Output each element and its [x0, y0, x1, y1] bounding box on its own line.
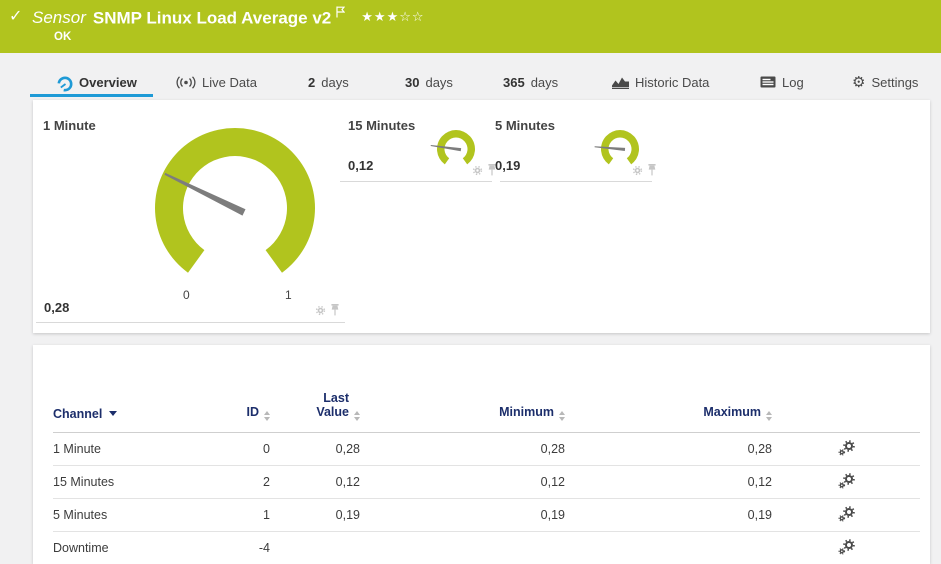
- tab-bar: Overview Live Data 2 days 30 days 365 da…: [0, 53, 941, 100]
- channels-panel: Channel ID Last Value Minimum Maximum 1 …: [33, 345, 930, 564]
- tab-overview-label: Overview: [79, 75, 137, 90]
- column-header-minimum[interactable]: Minimum: [360, 381, 565, 433]
- sensor-title: SNMP Linux Load Average v2: [92, 8, 332, 28]
- tab-30-days-number: 30: [405, 75, 420, 90]
- tab-log-label: Log: [782, 75, 804, 90]
- table-row[interactable]: 5 Minutes 1 0,19 0,19 0,19: [53, 498, 920, 532]
- tab-settings-label: Settings: [871, 75, 919, 90]
- cell-last-value: 0,28: [270, 432, 360, 466]
- divider: [36, 322, 345, 323]
- cell-id: -4: [238, 531, 270, 564]
- tab-2-days-number: 2: [308, 75, 316, 90]
- gauge-1min-scale-min: 0: [183, 288, 190, 302]
- cell-maximum: 0,19: [565, 498, 772, 532]
- gauge-1min[interactable]: [150, 123, 320, 275]
- tab-30-days[interactable]: 30 days: [405, 53, 453, 100]
- channel-settings-icon[interactable]: [837, 439, 855, 459]
- cell-minimum: 0,28: [360, 432, 565, 466]
- tab-2-days-label: days: [321, 75, 349, 90]
- column-header-maximum[interactable]: Maximum: [565, 381, 772, 433]
- settings-gear-icon: ⚙: [852, 74, 866, 91]
- cell-last-value: [270, 531, 360, 564]
- sort-icon: [354, 411, 360, 421]
- cell-maximum: 0,12: [565, 465, 772, 499]
- stars-empty[interactable]: ☆☆: [399, 9, 424, 24]
- column-header-channel[interactable]: Channel: [53, 381, 238, 433]
- gauges-panel: 1 Minute 0 1 0,28 15 Minutes 0,12 5 Minu…: [33, 100, 930, 333]
- gauge-1min-value: 0,28: [44, 300, 70, 315]
- gauge-1min-pin-icon[interactable]: [330, 304, 340, 319]
- tab-settings[interactable]: ⚙ Settings: [852, 53, 918, 100]
- live-data-icon: [176, 75, 196, 92]
- table-row[interactable]: Downtime -4: [53, 531, 920, 564]
- gauge-15min-label: 15 Minutes: [348, 118, 416, 133]
- stars-filled[interactable]: ★★★: [361, 9, 399, 24]
- gauge-5min-value: 0,19: [495, 158, 521, 173]
- gauge-15min-value: 0,12: [348, 158, 374, 173]
- channels-table: Channel ID Last Value Minimum Maximum 1 …: [53, 381, 920, 564]
- object-kind-label: Sensor: [32, 8, 86, 28]
- gauge-1min-gear-icon[interactable]: [315, 304, 326, 319]
- gauge-1min-scale-max: 1: [285, 288, 292, 302]
- cell-minimum: 0,12: [360, 465, 565, 499]
- log-list-icon: [760, 75, 776, 91]
- column-header-last-value[interactable]: Last Value: [270, 381, 360, 433]
- gauge-5min-label: 5 Minutes: [495, 118, 555, 133]
- cell-last-value: 0,19: [270, 498, 360, 532]
- cell-id: 0: [238, 432, 270, 466]
- column-header-actions: [772, 381, 920, 433]
- cell-channel: 15 Minutes: [53, 465, 238, 499]
- tab-live-data-label: Live Data: [202, 75, 257, 90]
- gauge-5min-gear-icon[interactable]: [632, 164, 643, 179]
- tab-365-days-label: days: [530, 75, 559, 90]
- cell-channel: 1 Minute: [53, 432, 238, 466]
- status-badge: OK: [54, 31, 72, 43]
- column-header-id[interactable]: ID: [238, 381, 270, 433]
- priority-stars[interactable]: ★★★☆☆: [361, 9, 424, 24]
- channel-settings-icon[interactable]: [837, 472, 855, 492]
- tab-2-days[interactable]: 2 days: [308, 53, 349, 100]
- cell-maximum: [565, 531, 772, 564]
- cell-last-value: 0,12: [270, 465, 360, 499]
- sort-icon: [559, 411, 565, 421]
- tab-overview[interactable]: Overview: [30, 53, 153, 100]
- table-header-row: Channel ID Last Value Minimum Maximum: [53, 381, 920, 433]
- tab-historic-data[interactable]: Historic Data: [612, 53, 709, 100]
- tab-365-days[interactable]: 365 days: [503, 53, 558, 100]
- tab-live-data[interactable]: Live Data: [176, 53, 257, 100]
- status-ok-check-icon: ✓: [9, 8, 23, 25]
- flag-icon: [336, 6, 346, 21]
- sort-icon: [766, 411, 772, 421]
- cell-id: 1: [238, 498, 270, 532]
- cell-minimum: [360, 531, 565, 564]
- cell-channel: Downtime: [53, 531, 238, 564]
- tab-30-days-label: days: [425, 75, 453, 90]
- table-row[interactable]: 15 Minutes 2 0,12 0,12 0,12: [53, 465, 920, 499]
- historic-chart-icon: [612, 75, 629, 92]
- tab-historic-data-label: Historic Data: [635, 75, 710, 90]
- sort-icon: [264, 411, 270, 421]
- gauge-5min-pin-icon[interactable]: [647, 164, 657, 179]
- cell-maximum: 0,28: [565, 432, 772, 466]
- channel-settings-icon[interactable]: [837, 538, 855, 558]
- divider: [340, 181, 492, 182]
- sort-descending-icon: [109, 411, 118, 416]
- channel-settings-icon[interactable]: [837, 505, 855, 525]
- cell-id: 2: [238, 465, 270, 499]
- table-row[interactable]: 1 Minute 0 0,28 0,28 0,28: [53, 432, 920, 466]
- tab-log[interactable]: Log: [760, 53, 804, 100]
- divider: [500, 181, 652, 182]
- gauge-15min-gear-icon[interactable]: [472, 164, 483, 179]
- tab-365-days-number: 365: [503, 75, 525, 90]
- cell-minimum: 0,19: [360, 498, 565, 532]
- cell-channel: 5 Minutes: [53, 498, 238, 532]
- sensor-header: ✓ Sensor SNMP Linux Load Average v2 ★★★☆☆ …: [0, 0, 941, 53]
- gauge-icon: [57, 75, 73, 95]
- gauge-1min-label: 1 Minute: [43, 118, 96, 133]
